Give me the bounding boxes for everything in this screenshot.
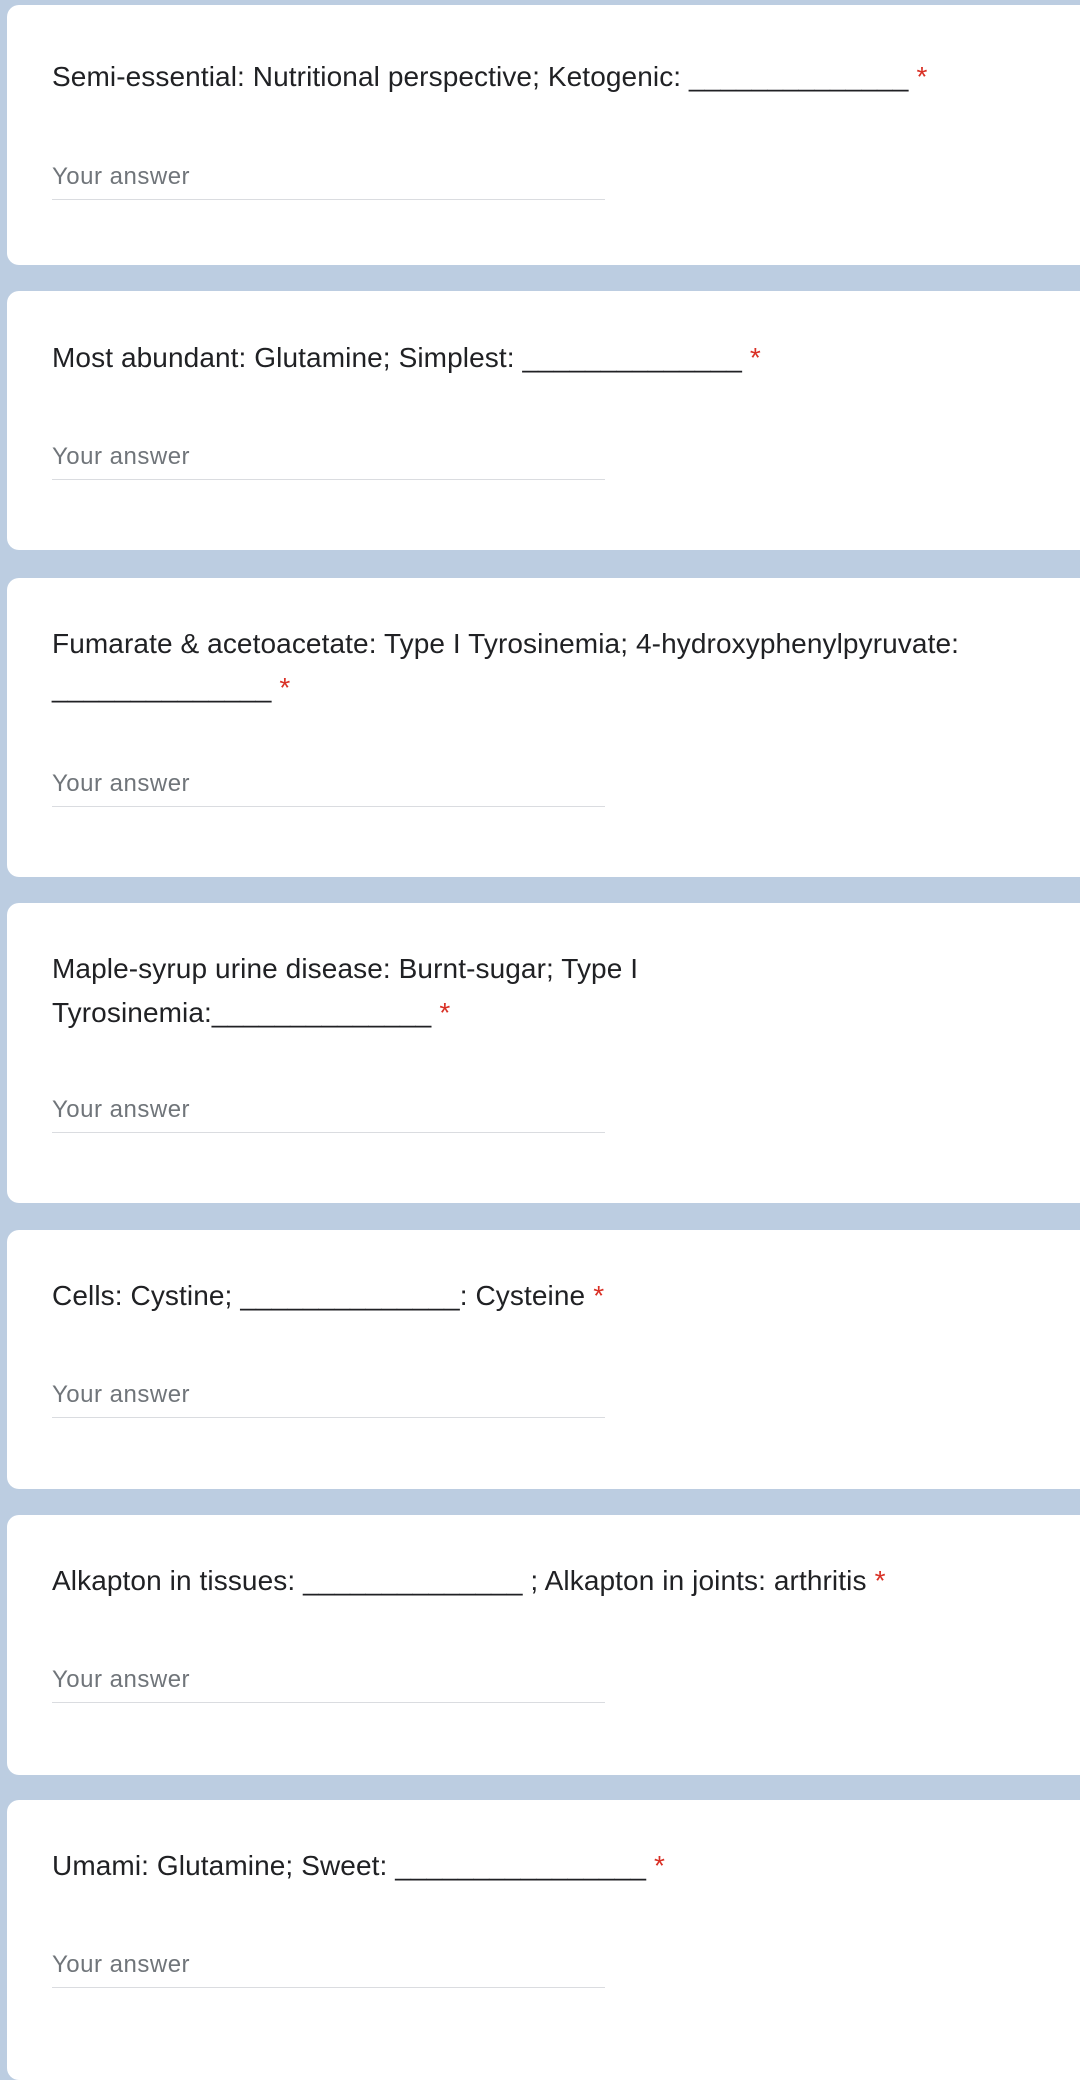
question-card: Fumarate & acetoacetate: Type I Tyrosine… <box>7 578 1080 877</box>
question-title: Fumarate & acetoacetate: Type I Tyrosine… <box>52 622 1037 710</box>
question-title: Umami: Glutamine; Sweet: _______________… <box>52 1844 1037 1888</box>
question-text: Umami: Glutamine; Sweet: _______________… <box>52 1850 647 1881</box>
question-card: Maple-syrup urine disease: Burnt-sugar; … <box>7 903 1080 1203</box>
answer-input[interactable] <box>52 163 605 200</box>
question-title: Semi-essential: Nutritional perspective;… <box>52 55 1037 99</box>
question-title: Maple-syrup urine disease: Burnt-sugar; … <box>52 947 717 1035</box>
required-asterisk: * <box>916 61 928 92</box>
required-asterisk: * <box>279 672 291 703</box>
question-card: Umami: Glutamine; Sweet: _______________… <box>7 1800 1080 2080</box>
required-asterisk: * <box>654 1850 666 1881</box>
question-title: Most abundant: Glutamine; Simplest: ____… <box>52 336 1037 380</box>
question-text: Semi-essential: Nutritional perspective;… <box>52 61 909 92</box>
question-text: Maple-syrup urine disease: Burnt-sugar; … <box>52 953 639 1028</box>
required-asterisk: * <box>439 997 451 1028</box>
required-asterisk: * <box>874 1565 886 1596</box>
question-text: Most abundant: Glutamine; Simplest: ____… <box>52 342 742 373</box>
question-card: Alkapton in tissues: ______________ ; Al… <box>7 1515 1080 1775</box>
answer-input[interactable] <box>52 770 605 807</box>
question-card: Most abundant: Glutamine; Simplest: ____… <box>7 291 1080 550</box>
question-title: Alkapton in tissues: ______________ ; Al… <box>52 1559 1037 1603</box>
answer-input[interactable] <box>52 1666 605 1703</box>
question-card: Cells: Cystine; ______________: Cysteine… <box>7 1230 1080 1489</box>
question-card: Semi-essential: Nutritional perspective;… <box>7 5 1080 265</box>
answer-input[interactable] <box>52 443 605 480</box>
question-title: Cells: Cystine; ______________: Cysteine… <box>52 1274 1037 1318</box>
answer-input[interactable] <box>52 1381 605 1418</box>
answer-input[interactable] <box>52 1096 605 1133</box>
question-text: Cells: Cystine; ______________: Cysteine <box>52 1280 586 1311</box>
question-text: Fumarate & acetoacetate: Type I Tyrosine… <box>52 628 960 703</box>
required-asterisk: * <box>593 1280 605 1311</box>
answer-input[interactable] <box>52 1951 605 1988</box>
question-text: Alkapton in tissues: ______________ ; Al… <box>52 1565 867 1596</box>
required-asterisk: * <box>749 342 761 373</box>
